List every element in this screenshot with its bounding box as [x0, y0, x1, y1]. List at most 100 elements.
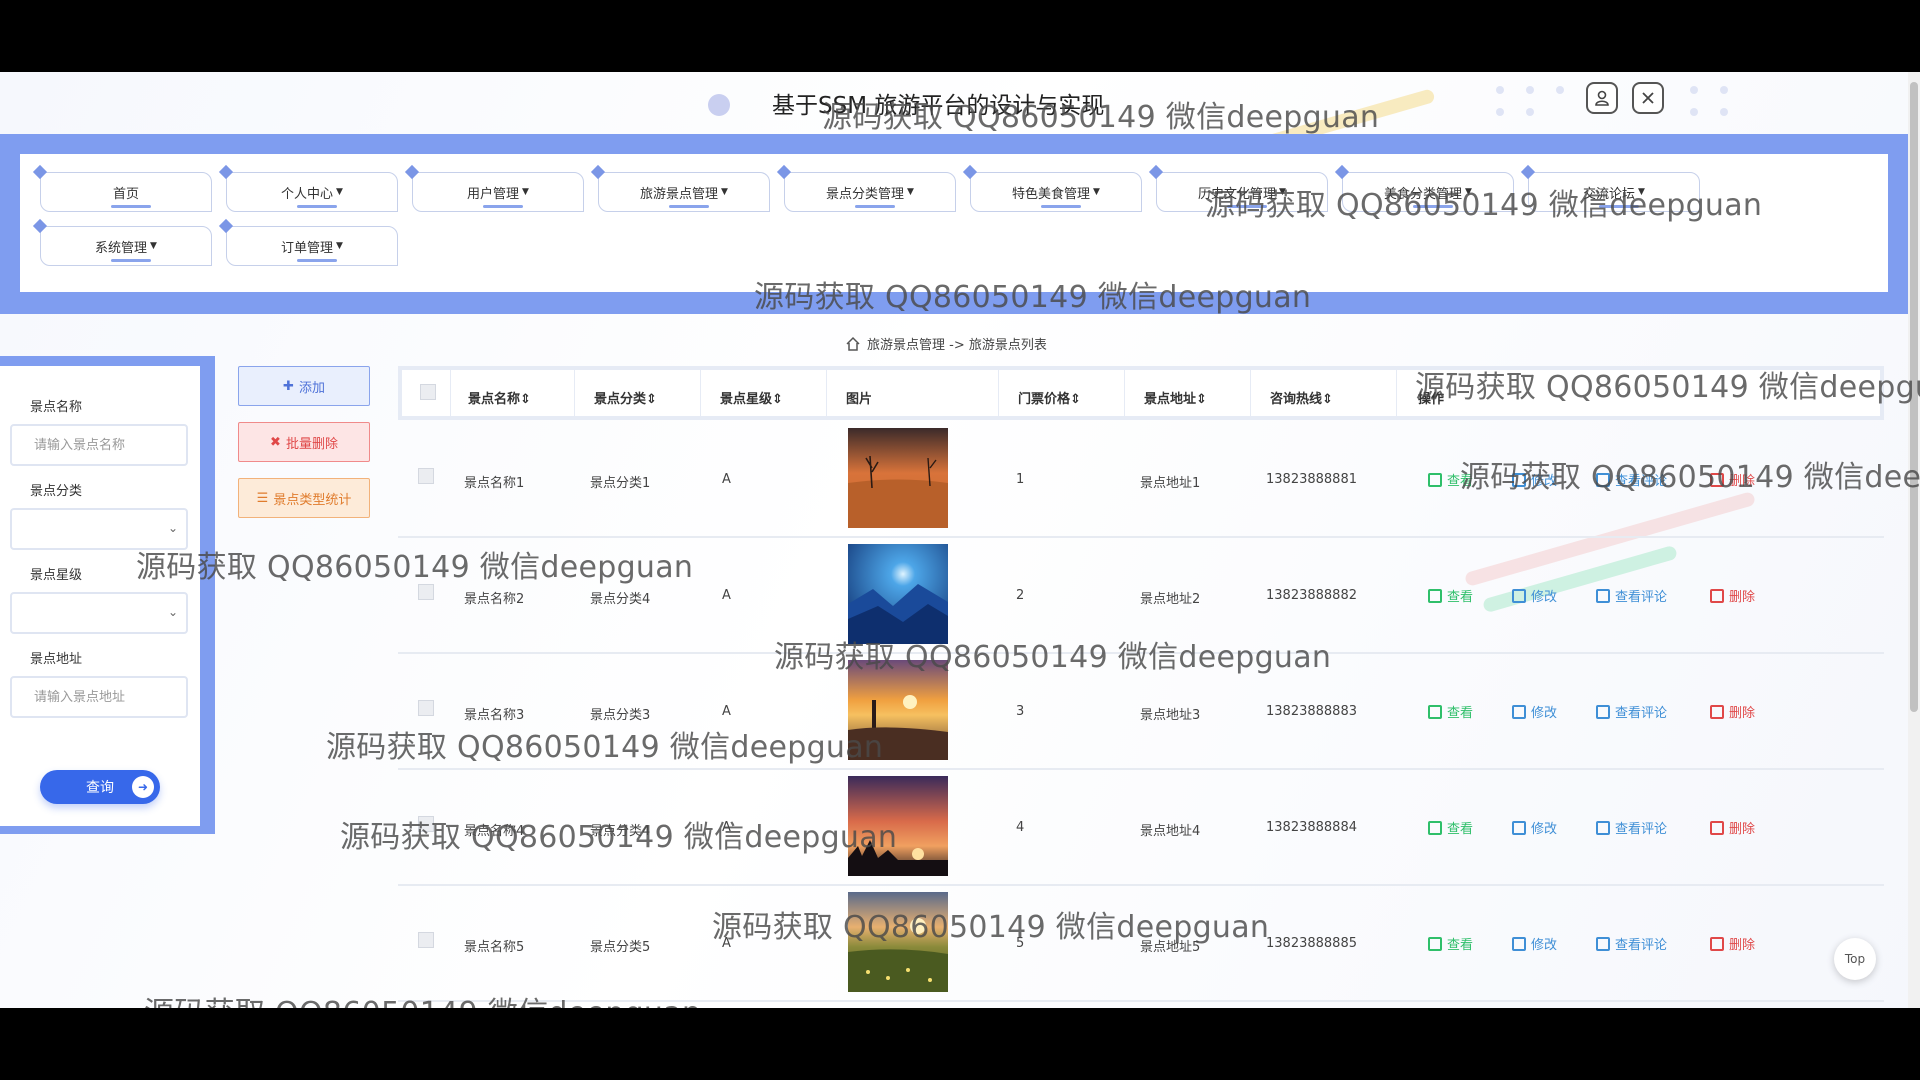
- column-header[interactable]: 景点名称⇕: [468, 388, 531, 407]
- phone-cell: 13823888882: [1266, 588, 1357, 603]
- sort-icon: ⇕: [1322, 392, 1333, 407]
- delete-button[interactable]: 删除: [1710, 818, 1755, 837]
- view-comments-button[interactable]: 查看评论: [1596, 934, 1667, 953]
- table-row: 景点名称5 景点分类5 A 5 景点地址5 13823888885 查看 修改: [398, 886, 1884, 1002]
- view-button[interactable]: 查看: [1428, 934, 1473, 953]
- minus-icon: [1710, 472, 1724, 487]
- rating-label: 景点星级: [30, 568, 83, 583]
- column-header[interactable]: 景点星级⇕: [720, 388, 783, 407]
- name-cell: 景点名称1: [464, 476, 525, 491]
- rating-select[interactable]: ⌄: [10, 592, 188, 634]
- edit-button[interactable]: 修改: [1512, 586, 1557, 605]
- delete-button[interactable]: 删除: [1710, 586, 1755, 605]
- decor-dot: [1556, 86, 1564, 94]
- row-checkbox[interactable]: [418, 816, 434, 832]
- delete-button[interactable]: 删除: [1710, 934, 1755, 953]
- view-label: 查看: [1447, 706, 1474, 721]
- nav-item-food-category[interactable]: 美食分类管理 ▼: [1342, 172, 1514, 212]
- row-checkbox[interactable]: [418, 700, 434, 716]
- category-cell: 景点分类5: [590, 940, 651, 955]
- nav-label: 景点分类管理: [826, 186, 905, 202]
- add-button[interactable]: ✚ 添加: [238, 366, 370, 406]
- row-checkbox[interactable]: [418, 584, 434, 600]
- attractions-table: 景点名称⇕ 景点分类⇕ 景点星级⇕ 图片 门票价格⇕ 景点地址⇕ 咨询热线⇕ 操…: [398, 366, 1884, 1008]
- row-checkbox[interactable]: [418, 932, 434, 948]
- close-button[interactable]: [1632, 82, 1664, 114]
- nav-item-personal-center[interactable]: 个人中心 ▼: [226, 172, 398, 212]
- column-label: 门票价格: [1018, 392, 1071, 407]
- nav-item-category-management[interactable]: 景点分类管理 ▼: [784, 172, 956, 212]
- column-divider: [450, 370, 451, 416]
- view-button[interactable]: 查看: [1428, 470, 1473, 489]
- edit-button[interactable]: 修改: [1512, 470, 1557, 489]
- back-to-top-button[interactable]: Top: [1834, 938, 1876, 980]
- column-label: 操作: [1418, 392, 1445, 407]
- view-button[interactable]: 查看: [1428, 702, 1473, 721]
- address-cell: 景点地址1: [1140, 476, 1201, 491]
- view-button[interactable]: 查看: [1428, 818, 1473, 837]
- delete-label: 删除: [1729, 706, 1756, 721]
- edit-button[interactable]: 修改: [1512, 702, 1557, 721]
- rating-cell: A: [722, 472, 731, 487]
- page-title: 基于SSM 旅游平台的设计与实现: [772, 93, 1105, 119]
- view-comments-button[interactable]: 查看评论: [1596, 818, 1667, 837]
- delete-button[interactable]: 删除: [1710, 702, 1755, 721]
- chevron-down-icon: ⌄: [167, 521, 178, 535]
- view-comments-button[interactable]: 查看评论: [1596, 586, 1667, 605]
- nav-item-system-management[interactable]: 系统管理 ▼: [40, 226, 212, 266]
- nav-item-history-management[interactable]: 历史文化管理 ▼: [1156, 172, 1328, 212]
- select-all-checkbox[interactable]: [420, 384, 436, 400]
- view-button[interactable]: 查看: [1428, 586, 1473, 605]
- decor-dot: [1690, 86, 1698, 94]
- comments-label: 查看评论: [1615, 706, 1668, 721]
- decor-dot: [1720, 86, 1728, 94]
- column-label: 景点分类: [594, 392, 647, 407]
- nav-item-food-management[interactable]: 特色美食管理 ▼: [970, 172, 1142, 212]
- column-header[interactable]: 门票价格⇕: [1018, 388, 1081, 407]
- nav-item-user-management[interactable]: 用户管理 ▼: [412, 172, 584, 212]
- edit-icon: [1512, 472, 1526, 487]
- scrollbar-thumb[interactable]: [1910, 82, 1918, 712]
- batch-delete-button[interactable]: ✖ 批量删除: [238, 422, 370, 462]
- view-label: 查看: [1447, 474, 1474, 489]
- nav-item-attraction-management[interactable]: 旅游景点管理 ▼: [598, 172, 770, 212]
- nav-label: 交流论坛: [1583, 186, 1636, 202]
- caret-down-icon: ▼: [721, 187, 728, 197]
- table-row: 景点名称4 景点分类4 A 4 景点地址4 13823888884 查看 修改 …: [398, 770, 1884, 886]
- edit-button[interactable]: 修改: [1512, 818, 1557, 837]
- delete-button[interactable]: 删除: [1710, 470, 1755, 489]
- scrollbar[interactable]: [1908, 72, 1920, 1008]
- nav-label: 历史文化管理: [1198, 186, 1277, 202]
- rating-cell: A: [722, 820, 731, 835]
- edit-button[interactable]: 修改: [1512, 934, 1557, 953]
- nav-item-order-management[interactable]: 订单管理 ▼: [226, 226, 398, 266]
- minus-icon: [1710, 820, 1724, 835]
- comment-icon: [1596, 472, 1610, 487]
- query-button[interactable]: 查询 ➜: [40, 770, 160, 804]
- user-button[interactable]: [1586, 82, 1618, 114]
- category-select[interactable]: ⌄: [10, 508, 188, 550]
- decor-dot: [1526, 86, 1534, 94]
- address-input[interactable]: [10, 676, 188, 718]
- row-checkbox[interactable]: [418, 468, 434, 484]
- column-header[interactable]: 景点地址⇕: [1144, 388, 1207, 407]
- screen: 基于SSM 旅游平台的设计与实现 首页 个人中心 ▼ 用户管理 ▼ 旅游景点管理…: [0, 0, 1920, 1080]
- view-label: 查看: [1447, 590, 1474, 605]
- name-input[interactable]: [10, 424, 188, 466]
- caret-down-icon: ▼: [150, 241, 157, 251]
- comments-label: 查看评论: [1615, 938, 1668, 953]
- column-header[interactable]: 咨询热线⇕: [1270, 388, 1333, 407]
- column-header[interactable]: 景点分类⇕: [594, 388, 657, 407]
- nav-item-home[interactable]: 首页: [40, 172, 212, 212]
- breadcrumb-text: 旅游景点管理 -> 旅游景点列表: [867, 338, 1047, 353]
- edit-label: 修改: [1531, 706, 1558, 721]
- view-comments-button[interactable]: 查看评论: [1596, 702, 1667, 721]
- home-icon[interactable]: [845, 336, 861, 352]
- nav-label: 旅游景点管理: [640, 186, 719, 202]
- nav-item-forum[interactable]: 交流论坛 ▼: [1528, 172, 1700, 212]
- view-comments-button[interactable]: 查看评论: [1596, 470, 1667, 489]
- category-cell: 景点分类4: [590, 592, 651, 607]
- stats-button[interactable]: ☰ 景点类型统计: [238, 478, 370, 518]
- view-icon: [1428, 472, 1442, 487]
- nav-label: 用户管理: [467, 186, 520, 202]
